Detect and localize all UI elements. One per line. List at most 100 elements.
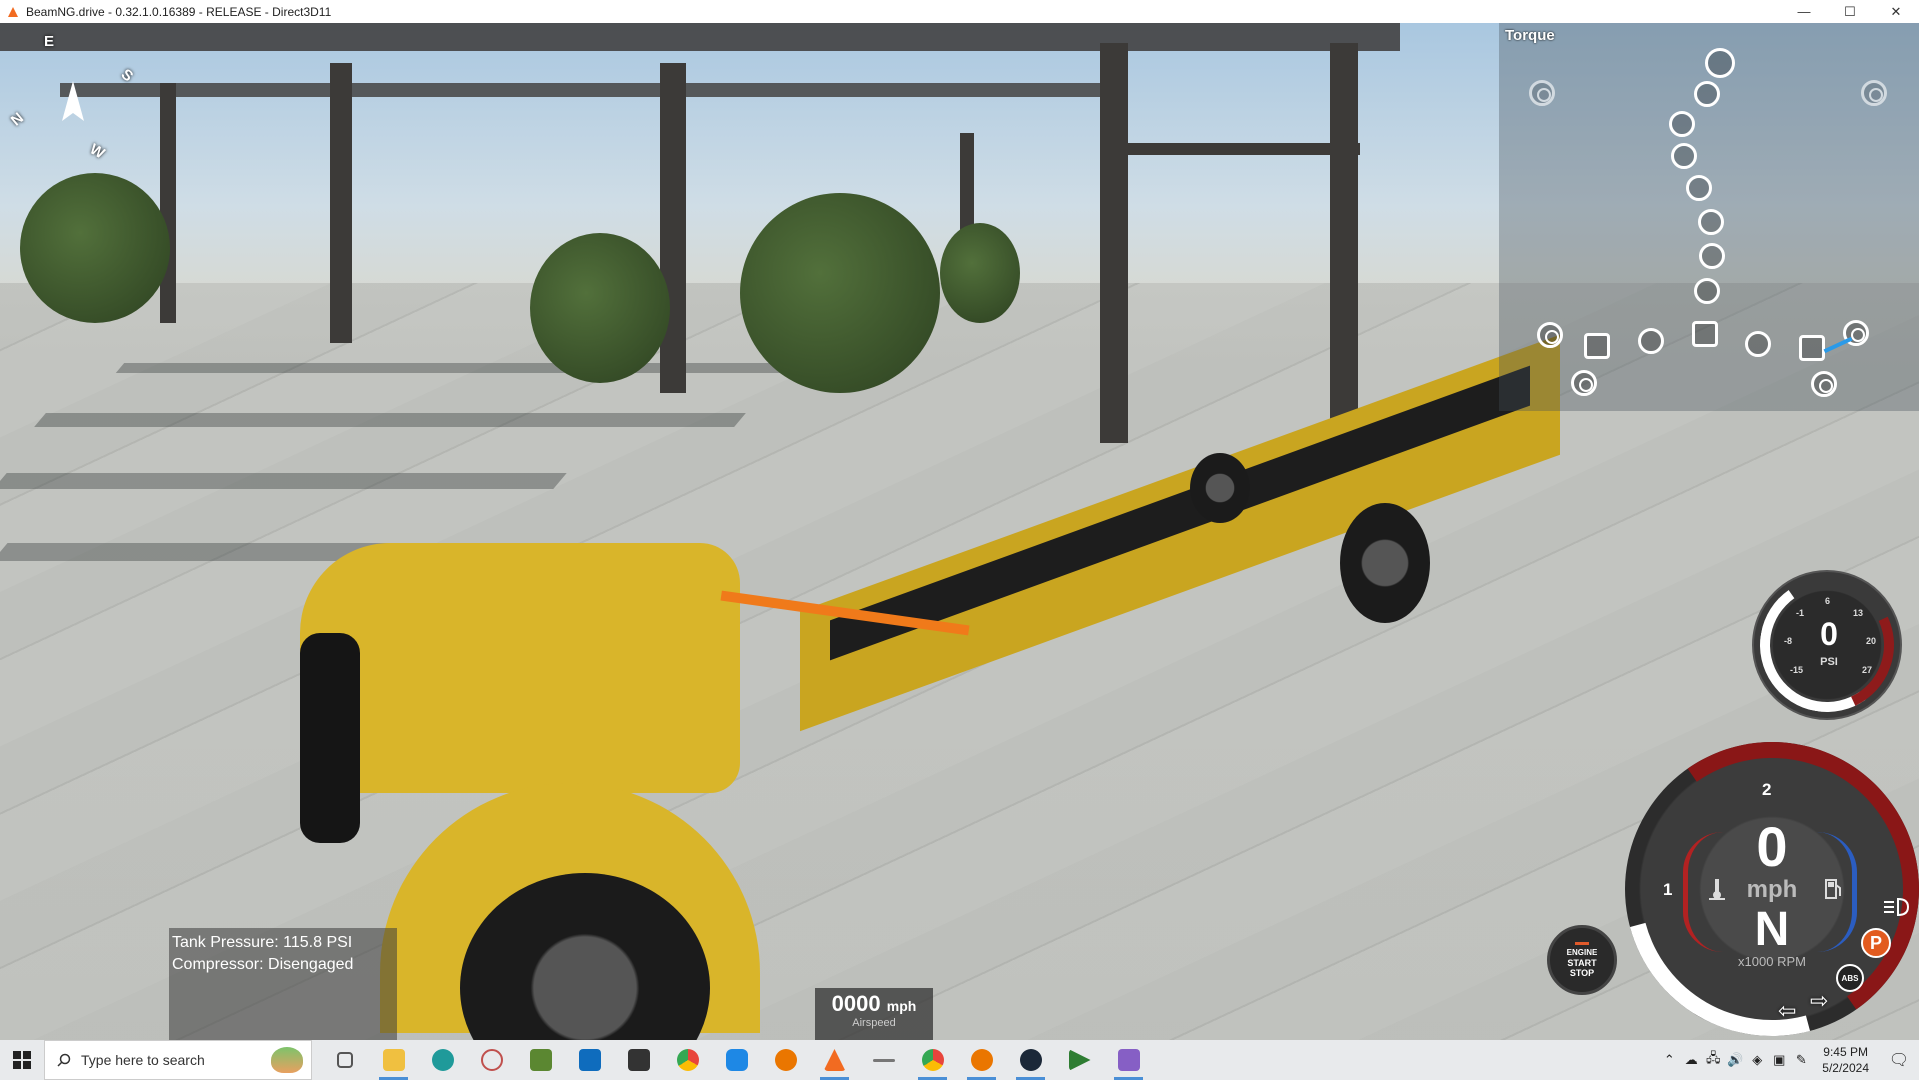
tank-pressure-text: Tank Pressure: 115.8 PSI: [172, 934, 353, 951]
clock-time: 9:45 PM: [1823, 1045, 1868, 1059]
swirl-app-icon[interactable]: [467, 1040, 516, 1080]
tray-overflow-chevron-icon[interactable]: ⌃: [1658, 1052, 1680, 1068]
window-titlebar: BeamNG.drive - 0.32.1.0.16389 - RELEASE …: [0, 0, 1919, 23]
tank-pressure-panel: Tank Pressure: 115.8 PSI Compressor: Dis…: [169, 928, 397, 1040]
airspeed-value: 0000 mph: [831, 991, 917, 1016]
compass-letter: S: [117, 65, 137, 86]
compass-letter: W: [86, 140, 108, 163]
torque-link: [1823, 336, 1853, 354]
visual-studio-icon[interactable]: [1104, 1040, 1153, 1080]
dropbox-icon[interactable]: ◈: [1746, 1052, 1768, 1068]
steel-beam: [1100, 143, 1360, 155]
differential-node-icon[interactable]: [1692, 321, 1718, 347]
boost-value: 0: [1820, 616, 1838, 652]
boost-unit: PSI: [1820, 656, 1838, 668]
arduino-icon[interactable]: [418, 1040, 467, 1080]
left-turn-signal-icon: ⇦: [1778, 998, 1797, 1023]
torque-panel-title: Torque: [1505, 27, 1555, 44]
taskbar-search-box[interactable]: Type here to search: [44, 1040, 312, 1080]
start-button[interactable]: [0, 1040, 44, 1080]
engine-button-label: STOP: [1569, 968, 1595, 978]
tree: [20, 173, 170, 323]
speedometer-gauge: 2 1 0 mph N x1000 RPM: [1571, 688, 1919, 1080]
steel-column: [330, 63, 352, 343]
taskbar-clock[interactable]: 9:45 PM 5/2/2024: [1822, 1044, 1869, 1076]
minecraft-icon[interactable]: [516, 1040, 565, 1080]
volume-icon[interactable]: 🔊: [1724, 1052, 1746, 1068]
window-title: BeamNG.drive - 0.32.1.0.16389 - RELEASE …: [26, 4, 332, 19]
wheel-node-icon[interactable]: [1861, 80, 1887, 106]
engine-start-stop-button[interactable]: ENGINE START STOP: [1547, 925, 1617, 995]
fuel-icon: [1825, 879, 1841, 899]
wheel-node-icon[interactable]: [1537, 322, 1563, 348]
truck-rear-tire: [1190, 453, 1250, 523]
shaft-node-icon[interactable]: [1699, 243, 1725, 269]
wheel-node-icon[interactable]: [1529, 80, 1555, 106]
beamng-taskbar-icon[interactable]: [810, 1040, 859, 1080]
transfer-case-icon[interactable]: [1694, 278, 1720, 304]
torque-panel[interactable]: Torque: [1499, 23, 1919, 411]
line-app-icon[interactable]: [859, 1040, 908, 1080]
steam-icon[interactable]: [1006, 1040, 1055, 1080]
girder-shadow: [34, 413, 746, 427]
minimize-button[interactable]: —: [1781, 0, 1827, 23]
steel-column: [160, 83, 176, 323]
tree: [940, 223, 1020, 323]
cube-app-icon[interactable]: [614, 1040, 663, 1080]
cloud-icon[interactable]: ☁: [1680, 1052, 1702, 1068]
task-view-icon[interactable]: [320, 1040, 369, 1080]
girder-shadow: [115, 363, 825, 373]
windows-taskbar: Type here to search ⌃ ☁ 🖧 🔊 ◈ ▣ ✎ 9:45 P…: [0, 1040, 1919, 1080]
clutch-node-icon[interactable]: [1671, 143, 1697, 169]
engine-button-label: START: [1567, 958, 1597, 968]
speed-unit: mph: [1746, 876, 1798, 903]
differential-node-icon[interactable]: [1799, 335, 1825, 361]
device-icon[interactable]: ▣: [1768, 1052, 1790, 1068]
tree: [740, 193, 940, 393]
shaft-node-icon[interactable]: [1698, 209, 1724, 235]
engine-node-icon[interactable]: [1694, 81, 1720, 107]
close-button[interactable]: ✕: [1873, 0, 1919, 23]
shaft-node-icon[interactable]: [1638, 328, 1664, 354]
network-icon[interactable]: 🖧: [1702, 1049, 1724, 1071]
maximize-button[interactable]: ☐: [1827, 0, 1873, 23]
file-explorer-icon[interactable]: [369, 1040, 418, 1080]
chrome-profile-icon[interactable]: [908, 1040, 957, 1080]
taskbar-pinned-apps: [320, 1040, 1153, 1080]
shaft-node-icon[interactable]: [1686, 175, 1712, 201]
c-app-icon[interactable]: [712, 1040, 761, 1080]
powertrain-root-icon[interactable]: [1705, 48, 1735, 78]
turbo-node-icon[interactable]: [1669, 111, 1695, 137]
abs-indicator: ABS: [1836, 964, 1864, 992]
outlook-icon[interactable]: [565, 1040, 614, 1080]
blender-icon[interactable]: [761, 1040, 810, 1080]
steel-column: [1330, 43, 1358, 423]
compass-north-arrow-icon: [62, 81, 84, 121]
chrome-icon[interactable]: [663, 1040, 712, 1080]
pen-icon[interactable]: ✎: [1790, 1052, 1812, 1068]
right-turn-signal-icon: ⇨: [1810, 988, 1829, 1013]
notification-center-icon[interactable]: 🗨: [1879, 1050, 1919, 1070]
differential-node-icon[interactable]: [1584, 333, 1610, 359]
compass-hud: E S N W: [0, 23, 140, 163]
rpm-tick-label: 2: [1762, 780, 1772, 799]
triangle-app-icon[interactable]: [1055, 1040, 1104, 1080]
search-icon: [57, 1053, 71, 1067]
clock-date: 5/2/2024: [1822, 1061, 1869, 1075]
compressor-status-text: Compressor: Disengaged: [172, 956, 354, 973]
engine-button-label: ENGINE: [1566, 948, 1598, 957]
boost-tick-label: 6: [1825, 596, 1831, 606]
rpm-tick-label: 1: [1663, 880, 1673, 899]
airspeed-panel: 0000 mph Airspeed: [815, 988, 933, 1040]
wheel-node-icon[interactable]: [1571, 370, 1597, 396]
beamng-app-icon: [8, 6, 18, 17]
airspeed-label: Airspeed: [852, 1017, 896, 1029]
wheel-node-icon[interactable]: [1811, 371, 1837, 397]
system-tray: ⌃ ☁ 🖧 🔊 ◈ ▣ ✎ 9:45 PM 5/2/2024 🗨: [1658, 1040, 1919, 1080]
blender-second-icon[interactable]: [957, 1040, 1006, 1080]
compass-letter: E: [44, 33, 55, 50]
search-highlight-icon: [271, 1047, 303, 1073]
tree: [530, 233, 670, 383]
shaft-node-icon[interactable]: [1745, 331, 1771, 357]
temperature-icon: [1709, 879, 1725, 900]
